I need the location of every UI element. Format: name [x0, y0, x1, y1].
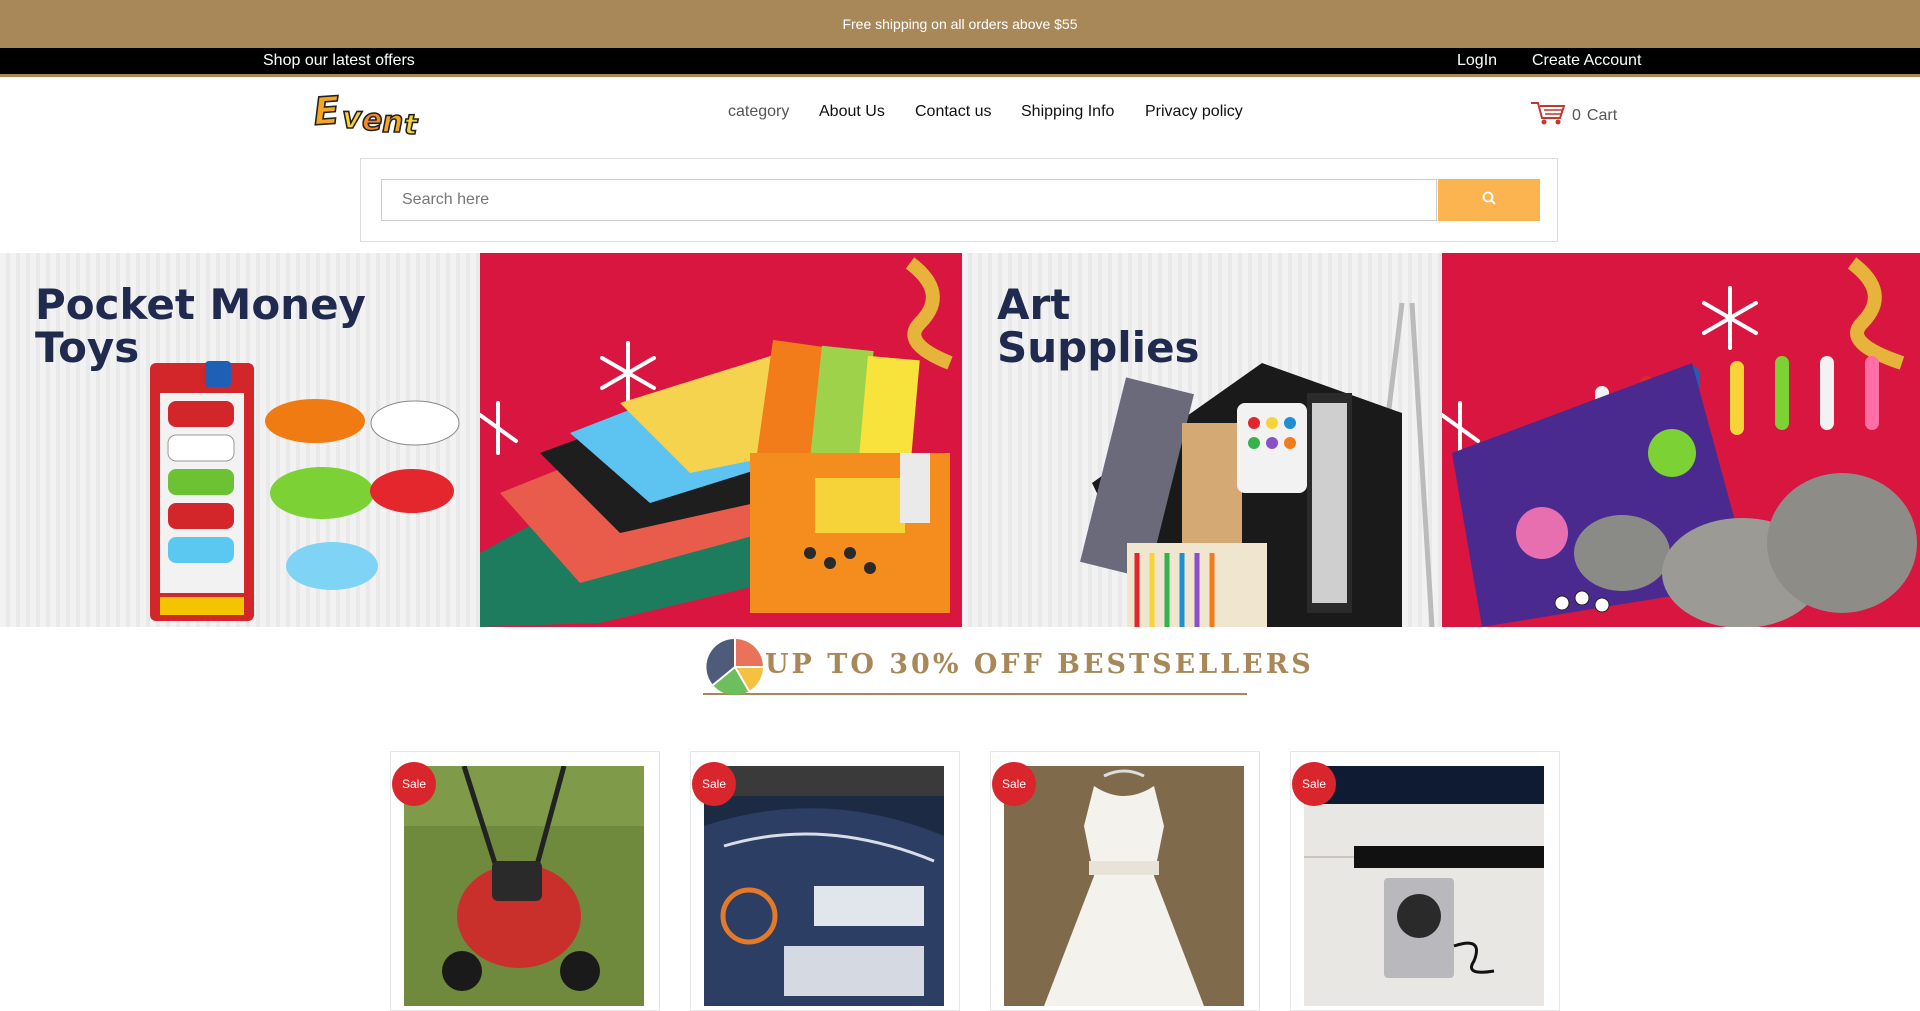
toy-cars-illustration: [150, 361, 460, 621]
cart-icon: [1530, 100, 1566, 131]
sale-badge: Sale: [1292, 762, 1336, 806]
product-image-white-dress[interactable]: [1004, 766, 1244, 1006]
login-link[interactable]: LogIn: [1457, 52, 1497, 70]
svg-text:E: E: [312, 88, 341, 134]
banner-craft-supplies[interactable]: [480, 253, 962, 627]
sale-badge: Sale: [992, 762, 1036, 806]
banner-pocket-money-toys[interactable]: Pocket Money Toys: [0, 253, 480, 627]
product-card[interactable]: Sale: [390, 751, 660, 1011]
site-logo[interactable]: E v e n t: [311, 87, 422, 142]
cart-label: Cart: [1586, 106, 1618, 124]
latest-offers-link[interactable]: Shop our latest offers: [263, 52, 415, 70]
product-card[interactable]: Sale: [990, 751, 1260, 1011]
product-card[interactable]: Sale: [1290, 751, 1560, 1011]
nav-contact-us[interactable]: Contact us: [915, 103, 991, 121]
nav-about-us[interactable]: About Us: [819, 103, 885, 121]
banner-rock-painting[interactable]: [1442, 253, 1920, 627]
search-input[interactable]: Search here: [381, 179, 1437, 221]
svg-text:v: v: [342, 101, 363, 136]
pie-chart-icon: [705, 637, 765, 702]
svg-text:n: n: [382, 105, 403, 140]
announcement-bar: Free shipping on all orders above $55: [0, 0, 1920, 48]
art-supplies-illustration: [1080, 302, 1435, 627]
create-account-link[interactable]: Create Account: [1532, 52, 1641, 70]
sale-badge: Sale: [692, 762, 736, 806]
nav-shipping-info[interactable]: Shipping Info: [1021, 103, 1114, 121]
product-card[interactable]: Sale: [690, 751, 960, 1011]
product-image-speaker[interactable]: [1304, 766, 1544, 1006]
top-bar: Shop our latest offers LogIn Create Acco…: [0, 48, 1920, 77]
banner-art-supplies[interactable]: Art Supplies: [962, 253, 1442, 627]
product-image-lawn-mower[interactable]: [404, 766, 644, 1006]
craft-paper-illustration: [480, 257, 953, 627]
cart-count: 0: [1572, 106, 1581, 124]
nav-category[interactable]: category: [728, 103, 789, 121]
search-section: Search here: [360, 158, 1558, 242]
svg-text:e: e: [362, 103, 382, 138]
section-title: UP TO 30% OFF BESTSELLERS: [765, 649, 1314, 680]
sale-badge: Sale: [392, 762, 436, 806]
nav-privacy-policy[interactable]: Privacy policy: [1145, 103, 1243, 121]
announcement-text: Free shipping on all orders above $55: [842, 16, 1078, 32]
svg-text:t: t: [404, 108, 419, 140]
rock-painting-illustration: [1442, 257, 1917, 627]
search-button[interactable]: [1438, 179, 1540, 221]
product-image-wire-roll[interactable]: [704, 766, 944, 1006]
search-icon: [1481, 190, 1497, 211]
cart-button[interactable]: 0 Cart: [1530, 100, 1617, 131]
